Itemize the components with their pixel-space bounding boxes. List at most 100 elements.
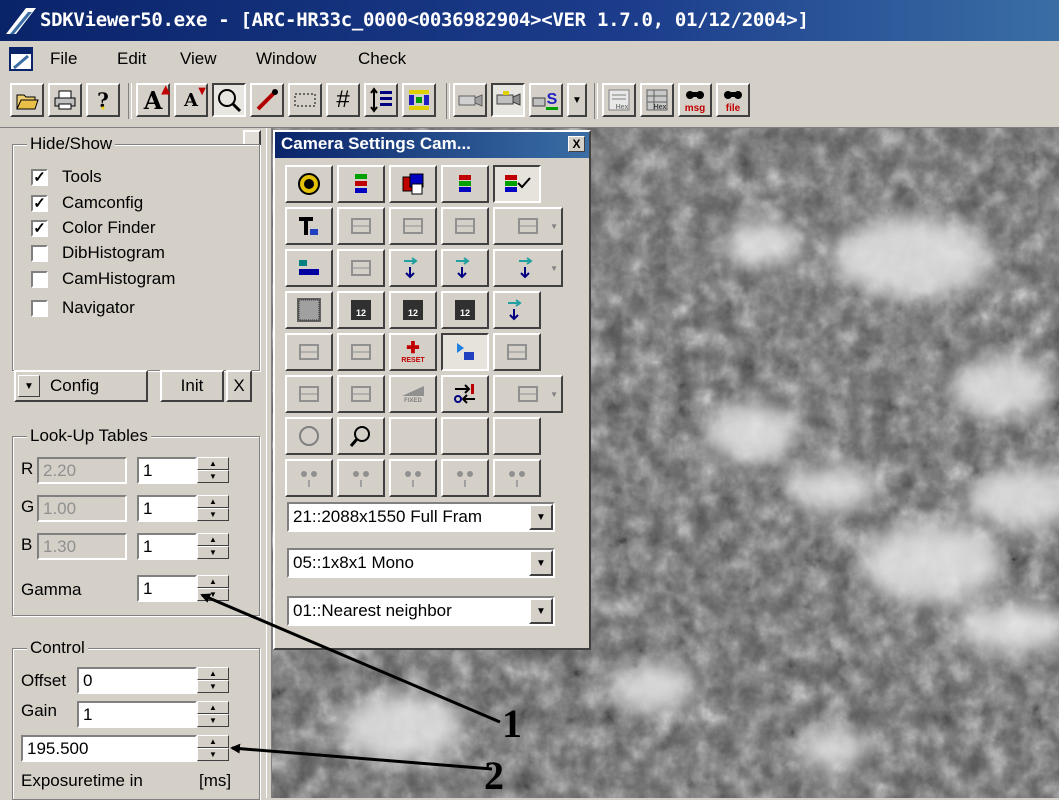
spin-up-icon[interactable]: ▲: [197, 667, 229, 680]
menu-edit[interactable]: Edit: [117, 49, 146, 69]
grid-button[interactable]: #: [326, 83, 360, 117]
swap-button[interactable]: [337, 249, 385, 287]
offset-spinner[interactable]: ▲ ▼: [197, 667, 229, 694]
spin-up-icon[interactable]: ▲: [197, 495, 229, 508]
binoculars-file-button[interactable]: file: [716, 83, 750, 117]
crosshair-button[interactable]: ▼: [493, 207, 563, 245]
menu-file[interactable]: File: [50, 49, 77, 69]
find-button[interactable]: [337, 417, 385, 455]
spin-down-icon[interactable]: ▼: [197, 470, 229, 483]
chevron-down-icon[interactable]: ▼: [529, 550, 553, 576]
camera-dropdown-button[interactable]: ▼: [567, 83, 587, 117]
title-bar[interactable]: SDKViewer50.exe - [ARC-HR33c_0000<003698…: [0, 0, 1059, 41]
init-button[interactable]: Init: [160, 370, 224, 402]
grid-12-disabled-button[interactable]: 12: [441, 291, 489, 329]
dots-d-button[interactable]: [441, 459, 489, 497]
ramp-button[interactable]: FIXED: [389, 375, 437, 413]
chevron-down-icon[interactable]: ▼: [550, 264, 558, 273]
spin-up-icon[interactable]: ▲: [197, 701, 229, 714]
spin-down-icon[interactable]: ▼: [197, 588, 229, 601]
checkbox-navigator[interactable]: Navigator: [31, 296, 135, 320]
select-rect-button[interactable]: [288, 83, 322, 117]
print-button[interactable]: [48, 83, 82, 117]
io-arrow-button[interactable]: [441, 375, 489, 413]
grid-layout-button[interactable]: [389, 207, 437, 245]
color-bars-button[interactable]: [402, 83, 436, 117]
checkbox-dibhistogram[interactable]: DibHistogram: [31, 241, 165, 265]
transfer-button[interactable]: [389, 249, 437, 287]
camera-s-button[interactable]: S: [529, 83, 563, 117]
dots-c-button[interactable]: [389, 459, 437, 497]
help-button[interactable]: ?: [86, 83, 120, 117]
zoom-button[interactable]: [212, 83, 246, 117]
color-cube-button[interactable]: [389, 165, 437, 203]
checkbox-box[interactable]: [31, 270, 48, 288]
format-select[interactable]: 05::1x8x1 Mono ▼: [287, 548, 555, 578]
panel-arrow-button[interactable]: ▼: [493, 375, 563, 413]
close-button[interactable]: X: [226, 370, 252, 402]
aperture-button[interactable]: [285, 165, 333, 203]
split-button[interactable]: [285, 249, 333, 287]
hex-grid-button[interactable]: Hex: [640, 83, 674, 117]
exposure-spinner[interactable]: ▲ ▼: [197, 735, 229, 762]
gamma-spinner[interactable]: ▲ ▼: [197, 575, 229, 602]
chevron-down-icon[interactable]: ▼: [550, 222, 558, 231]
menu-view[interactable]: View: [180, 49, 217, 69]
color-check-button[interactable]: [493, 165, 541, 203]
transfer-disabled-button[interactable]: ▼: [493, 249, 563, 287]
menu-window[interactable]: Window: [256, 49, 316, 69]
checkbox-box[interactable]: ✓: [31, 168, 48, 186]
spin-down-icon[interactable]: ▼: [197, 508, 229, 521]
resolution-select[interactable]: 21::2088x1550 Full Fram ▼: [287, 502, 555, 532]
chevron-down-icon[interactable]: ▼: [529, 504, 553, 530]
spin-down-icon[interactable]: ▼: [197, 748, 229, 761]
checkbox-box[interactable]: [31, 244, 48, 262]
dots-a-button[interactable]: [285, 459, 333, 497]
font-larger-button[interactable]: A ▲: [136, 82, 170, 117]
checkbox-box[interactable]: ✓: [31, 219, 48, 237]
reset-button[interactable]: ✚ RESET: [389, 333, 437, 371]
checkbox-tools[interactable]: ✓ Tools: [31, 165, 102, 189]
lut-g-spinner[interactable]: ▲ ▼: [197, 495, 229, 522]
checkbox-color-finder[interactable]: ✓ Color Finder: [31, 216, 156, 240]
font-smaller-button[interactable]: A ▼: [174, 83, 208, 117]
calc2-button[interactable]: [337, 333, 385, 371]
spin-up-icon[interactable]: ▲: [197, 457, 229, 470]
slope-button[interactable]: [337, 375, 385, 413]
checkbox-camhistogram[interactable]: CamHistogram: [31, 267, 175, 291]
color-picker-button[interactable]: [250, 83, 284, 117]
calc-button[interactable]: [285, 333, 333, 371]
lut-r-spinner[interactable]: ▲ ▼: [197, 457, 229, 484]
panel-button[interactable]: [441, 207, 489, 245]
dots-e-button[interactable]: [493, 459, 541, 497]
binoculars-msg-button[interactable]: msg: [678, 83, 712, 117]
chevron-down-icon[interactable]: ▼: [529, 598, 553, 624]
checkbox-camconfig[interactable]: ✓ Camconfig: [31, 191, 143, 215]
transfer-star-button[interactable]: [441, 249, 489, 287]
open-button[interactable]: [10, 83, 44, 117]
grid-12-button[interactable]: 12: [337, 291, 385, 329]
spin-up-icon[interactable]: ▲: [197, 735, 229, 748]
lut-g-spin-input[interactable]: 1: [137, 495, 197, 522]
interpolation-select[interactable]: 01::Nearest neighbor ▼: [287, 596, 555, 626]
lut-r-spin-input[interactable]: 1: [137, 457, 197, 484]
camera-settings-button[interactable]: [491, 83, 525, 117]
lut-b-spinner[interactable]: ▲ ▼: [197, 533, 229, 560]
lut-button[interactable]: [364, 83, 398, 117]
spin-down-icon[interactable]: ▼: [197, 546, 229, 559]
chevron-down-icon[interactable]: ▼: [550, 390, 558, 399]
exposure-input[interactable]: 195.500: [21, 735, 197, 762]
grid-12b-button[interactable]: 12: [389, 291, 437, 329]
gain-spinner[interactable]: ▲ ▼: [197, 701, 229, 728]
text-overlay-button[interactable]: [285, 207, 333, 245]
dots-b-button[interactable]: [337, 459, 385, 497]
color-stack-button[interactable]: [441, 165, 489, 203]
refresh-button[interactable]: [285, 417, 333, 455]
menu-check[interactable]: Check: [358, 49, 406, 69]
play-button[interactable]: [441, 333, 489, 371]
config-dropdown[interactable]: ▼ Config: [14, 370, 148, 402]
hex-button[interactable]: Hex: [602, 83, 636, 117]
camera-button[interactable]: [453, 83, 487, 117]
checkbox-box[interactable]: [31, 299, 48, 317]
camera-settings-title-bar[interactable]: Camera Settings Cam... X: [275, 132, 589, 158]
